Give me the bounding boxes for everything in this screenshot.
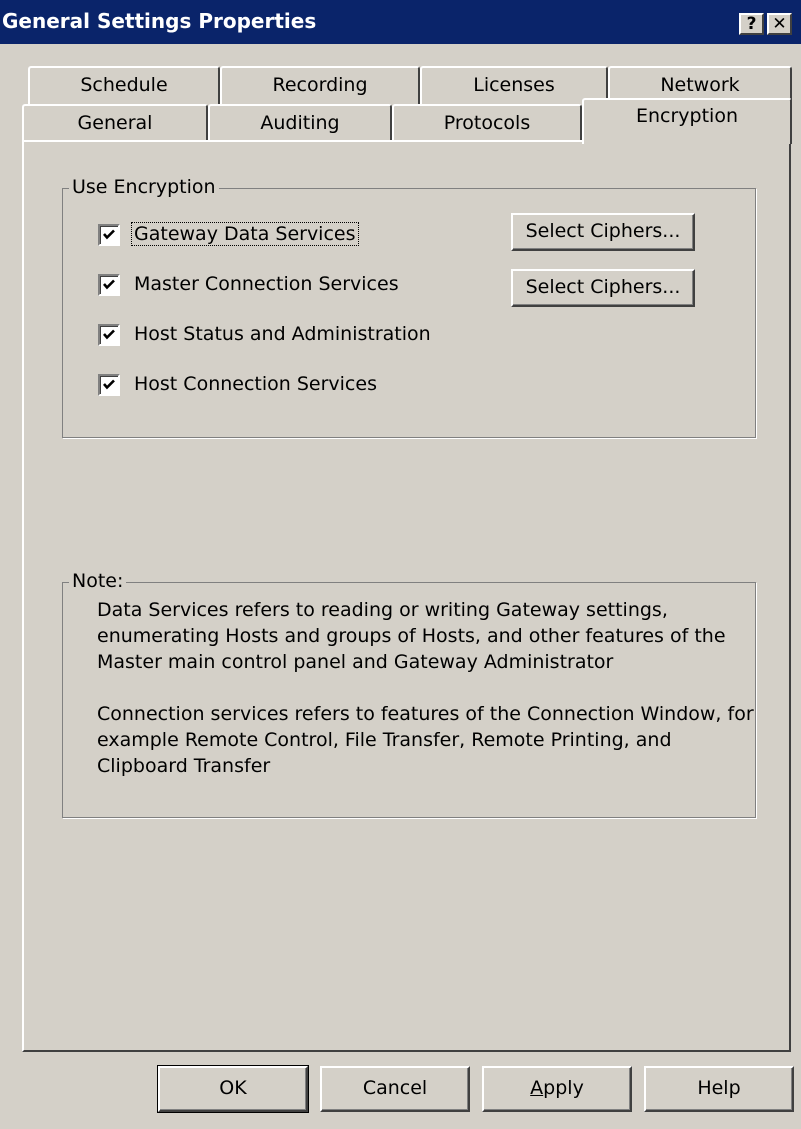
tab-general-label: General <box>77 112 153 134</box>
note-legend: Note: <box>69 570 127 592</box>
checkmark-icon <box>103 279 115 290</box>
note-text: Data Services refers to reading or writi… <box>97 597 757 805</box>
tab-recording[interactable]: Recording <box>220 66 420 106</box>
apply-button[interactable]: Apply <box>482 1066 632 1112</box>
tab-general[interactable]: General <box>22 104 208 142</box>
tab-auditing-label: Auditing <box>260 112 340 134</box>
tab-schedule[interactable]: Schedule <box>28 66 220 106</box>
help-icon[interactable]: ? <box>739 13 764 35</box>
tab-licenses-label: Licenses <box>473 74 555 96</box>
checkmark-icon <box>103 229 115 240</box>
note-paragraph: Data Services refers to reading or writi… <box>97 599 726 673</box>
tab-protocols-label: Protocols <box>443 112 531 134</box>
note-group: Note: Data Services refers to reading or… <box>62 570 757 818</box>
select-ciphers-button[interactable]: Select Ciphers... <box>511 213 695 251</box>
tab-auditing[interactable]: Auditing <box>208 104 392 142</box>
select-ciphers-button[interactable]: Select Ciphers... <box>511 269 695 307</box>
tab-licenses[interactable]: Licenses <box>420 66 608 106</box>
apply-label: pply <box>543 1077 584 1099</box>
apply-mnemonic: A <box>530 1077 544 1099</box>
window-title: General Settings Properties <box>2 9 317 33</box>
note-paragraph: Connection services refers to features o… <box>97 703 754 777</box>
tab-encryption-label: Encryption <box>635 105 738 127</box>
use-encryption-group: Use Encryption Gateway Data Services Mas… <box>62 176 756 438</box>
checkbox-label: Host Status and Administration <box>134 323 431 345</box>
tab-encryption[interactable]: Encryption <box>582 98 792 144</box>
close-icon[interactable]: ✕ <box>767 13 792 35</box>
checkbox-box[interactable] <box>98 374 120 396</box>
tab-schedule-label: Schedule <box>80 74 168 96</box>
checkbox-box[interactable] <box>98 224 120 246</box>
use-encryption-legend: Use Encryption <box>69 176 219 198</box>
cancel-button[interactable]: Cancel <box>320 1066 470 1112</box>
tab-panel-encryption: Use Encryption Gateway Data Services Mas… <box>22 140 791 1052</box>
title-bar[interactable]: General Settings Properties ? ✕ <box>0 0 801 44</box>
ok-button[interactable]: OK <box>157 1065 309 1113</box>
checkmark-icon <box>103 329 115 340</box>
tab-protocols[interactable]: Protocols <box>392 104 582 142</box>
tab-network-label: Network <box>660 74 740 96</box>
checkbox-label: Gateway Data Services <box>131 222 359 246</box>
tab-recording-label: Recording <box>272 74 368 96</box>
checkbox-label: Host Connection Services <box>134 373 377 395</box>
help-button[interactable]: Help <box>644 1066 794 1112</box>
checkbox-box[interactable] <box>98 274 120 296</box>
checkbox-box[interactable] <box>98 324 120 346</box>
checkbox-label: Master Connection Services <box>134 273 399 295</box>
checkmark-icon <box>103 379 115 390</box>
